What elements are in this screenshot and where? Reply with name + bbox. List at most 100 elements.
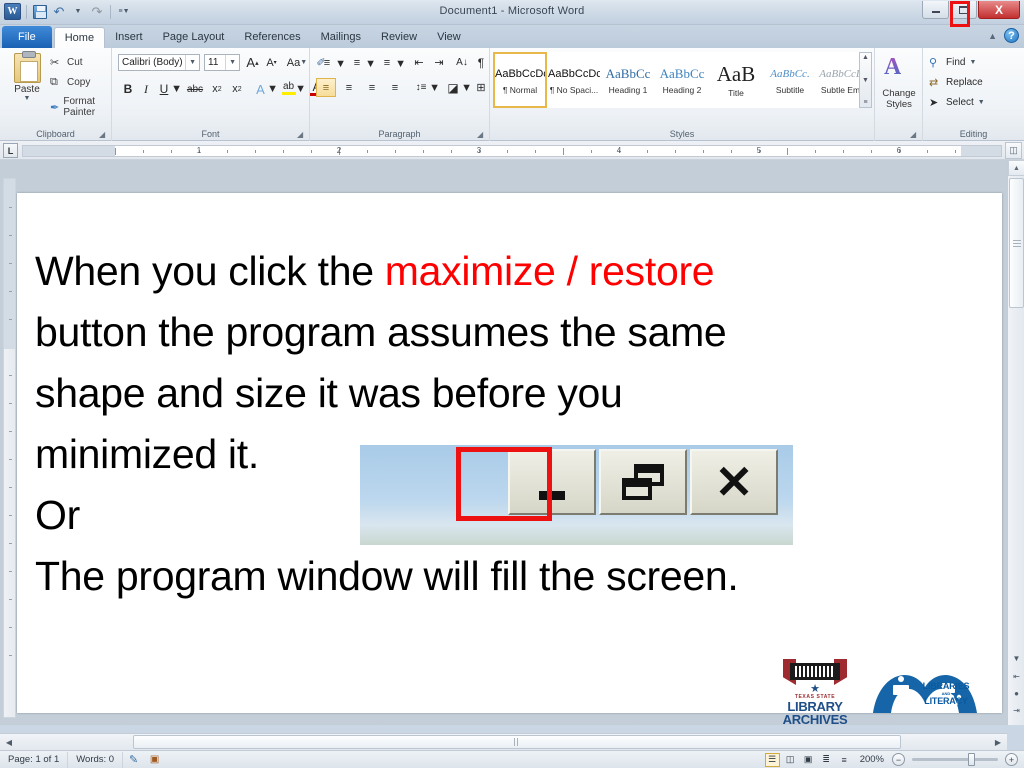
- bold-button[interactable]: B: [120, 80, 136, 98]
- scroll-down-icon[interactable]: ▼: [1008, 654, 1024, 663]
- cut-button[interactable]: ✂ Cut: [50, 56, 83, 69]
- collapse-ribbon-icon[interactable]: ▲: [988, 31, 997, 41]
- tab-file[interactable]: File: [2, 26, 52, 48]
- align-right-button[interactable]: ≡: [362, 78, 382, 97]
- vertical-scroll-thumb[interactable]: [1009, 178, 1024, 308]
- highlight-dropdown-icon[interactable]: ▼: [295, 83, 306, 95]
- minimize-button[interactable]: [922, 1, 949, 19]
- tab-insert[interactable]: Insert: [105, 27, 153, 48]
- chevron-down-icon[interactable]: ▼: [185, 55, 199, 70]
- style-subtitle[interactable]: AaBbCc. Subtitle: [763, 52, 817, 108]
- zoom-slider[interactable]: [912, 753, 998, 766]
- shading-dropdown-icon[interactable]: ▼: [461, 82, 472, 94]
- styles-gallery-scrollbar[interactable]: ▲ ▼ ≡: [859, 52, 872, 108]
- select-browse-object-icon[interactable]: ●: [1008, 689, 1024, 698]
- line-spacing-button[interactable]: ↕≡: [412, 78, 430, 97]
- font-name-input[interactable]: Calibri (Body) ▼: [118, 54, 200, 71]
- clipboard-dialog-launcher-icon[interactable]: ◢: [99, 130, 108, 139]
- scroll-up-icon[interactable]: ▲: [1008, 160, 1024, 176]
- copy-button[interactable]: ⧉ Copy: [50, 76, 90, 89]
- document-text[interactable]: When you click the maximize / restore bu…: [35, 241, 965, 607]
- styles-dialog-launcher-icon[interactable]: ◢: [910, 130, 919, 139]
- outline-view-button[interactable]: ≣: [819, 753, 834, 767]
- previous-page-icon[interactable]: ⇤: [1008, 672, 1024, 681]
- close-button[interactable]: X: [978, 1, 1020, 19]
- decrease-indent-button[interactable]: ⇤: [410, 54, 428, 71]
- web-layout-view-button[interactable]: ▣: [801, 753, 816, 767]
- document-page[interactable]: When you click the maximize / restore bu…: [17, 193, 1002, 725]
- font-size-input[interactable]: 11 ▼: [204, 54, 240, 71]
- page-indicator[interactable]: Page: 1 of 1: [0, 751, 69, 768]
- window-buttons-screenshot[interactable]: ✕: [360, 445, 793, 545]
- vertical-scrollbar[interactable]: ▲ ▼ ⇤ ● ⇥: [1007, 160, 1024, 725]
- tab-references[interactable]: References: [234, 27, 310, 48]
- style-heading-1[interactable]: AaBbCс Heading 1: [601, 52, 655, 108]
- style-title[interactable]: AaB Title: [709, 52, 763, 108]
- text-effects-dropdown-icon[interactable]: ▼: [267, 83, 278, 95]
- increase-indent-button[interactable]: ⇥: [430, 54, 448, 71]
- tab-view[interactable]: View: [427, 27, 471, 48]
- tab-page-layout[interactable]: Page Layout: [153, 27, 235, 48]
- print-layout-view-button[interactable]: ☰: [764, 752, 780, 767]
- shrink-font-button[interactable]: A ▾: [263, 54, 280, 71]
- chevron-down-icon[interactable]: ▼: [225, 55, 239, 70]
- style-no-spacing[interactable]: AaBbCcDc ¶ No Spaci...: [547, 52, 601, 108]
- horizontal-scroll-thumb[interactable]: [133, 735, 901, 749]
- zoom-slider-handle[interactable]: [968, 753, 975, 766]
- zoom-out-button[interactable]: −: [892, 753, 905, 766]
- zoom-in-button[interactable]: +: [1005, 753, 1018, 766]
- scroll-left-icon[interactable]: ◀: [2, 735, 16, 749]
- horizontal-ruler[interactable]: L 1 2 3 4 5 6 ◫: [0, 141, 1024, 160]
- tab-review[interactable]: Review: [371, 27, 427, 48]
- change-case-button[interactable]: Aa ▼: [285, 54, 309, 71]
- chevron-down-icon[interactable]: ▼: [6, 95, 48, 102]
- change-styles-button[interactable]: Change Styles: [875, 88, 923, 110]
- word-count[interactable]: Words: 0: [68, 751, 124, 768]
- align-left-button[interactable]: ≡: [316, 78, 336, 97]
- superscript-button[interactable]: x2: [228, 80, 246, 98]
- multilevel-dropdown-icon[interactable]: ▼: [395, 58, 406, 70]
- paste-button[interactable]: Paste ▼: [6, 51, 48, 102]
- underline-button[interactable]: U: [156, 80, 172, 98]
- zoom-level-label[interactable]: 200%: [855, 754, 889, 765]
- ruler-bar[interactable]: 1 2 3 4 5 6: [22, 145, 1002, 157]
- style-normal[interactable]: AaBbCcDc ¶ Normal: [493, 52, 547, 108]
- chevron-down-icon[interactable]: ▼: [978, 99, 985, 106]
- vertical-ruler[interactable]: [3, 178, 16, 718]
- chevron-down-icon[interactable]: ▼: [969, 59, 976, 66]
- numbering-dropdown-icon[interactable]: ▼: [365, 58, 376, 70]
- scroll-up-icon[interactable]: ▲: [862, 54, 869, 61]
- style-heading-2[interactable]: AaBbCc Heading 2: [655, 52, 709, 108]
- bullets-dropdown-icon[interactable]: ▼: [335, 58, 346, 70]
- sort-button[interactable]: A↓: [453, 54, 471, 71]
- tab-stop-selector[interactable]: L: [3, 143, 18, 158]
- italic-button[interactable]: I: [138, 80, 154, 98]
- view-ruler-toggle-icon[interactable]: ◫: [1005, 142, 1022, 159]
- scroll-right-icon[interactable]: ▶: [991, 735, 1005, 749]
- line-spacing-dropdown-icon[interactable]: ▼: [429, 82, 440, 94]
- show-formatting-marks-button[interactable]: ¶: [474, 54, 488, 71]
- replace-button[interactable]: ⇄ Replace: [929, 76, 983, 89]
- horizontal-scrollbar[interactable]: ◀ ▶: [0, 733, 1007, 750]
- align-center-button[interactable]: ≡: [339, 78, 359, 97]
- select-button[interactable]: ➤ Select ▼: [929, 96, 985, 109]
- strikethrough-button[interactable]: abc: [184, 80, 206, 98]
- numbering-button[interactable]: ≡: [348, 54, 366, 71]
- macro-record-icon[interactable]: ▣: [147, 753, 162, 767]
- draft-view-button[interactable]: ≡: [837, 753, 852, 767]
- tab-home[interactable]: Home: [53, 27, 106, 48]
- multilevel-list-button[interactable]: ≡: [378, 54, 396, 71]
- paragraph-dialog-launcher-icon[interactable]: ◢: [477, 130, 486, 139]
- bullets-button[interactable]: ≡: [318, 54, 336, 71]
- format-painter-button[interactable]: ✒ Format Painter: [50, 96, 111, 118]
- borders-button[interactable]: ⊞: [473, 78, 489, 97]
- font-dialog-launcher-icon[interactable]: ◢: [297, 130, 306, 139]
- grow-font-button[interactable]: A ▴: [244, 54, 261, 71]
- proofing-errors-icon[interactable]: ✎: [126, 753, 141, 767]
- scroll-down-icon[interactable]: ▼: [862, 77, 869, 84]
- full-screen-reading-view-button[interactable]: ◫: [783, 753, 798, 767]
- find-button[interactable]: ⚲ Find ▼: [929, 56, 976, 69]
- shading-button[interactable]: ◪: [444, 78, 462, 97]
- tab-mailings[interactable]: Mailings: [311, 27, 371, 48]
- justify-button[interactable]: ≡: [385, 78, 405, 97]
